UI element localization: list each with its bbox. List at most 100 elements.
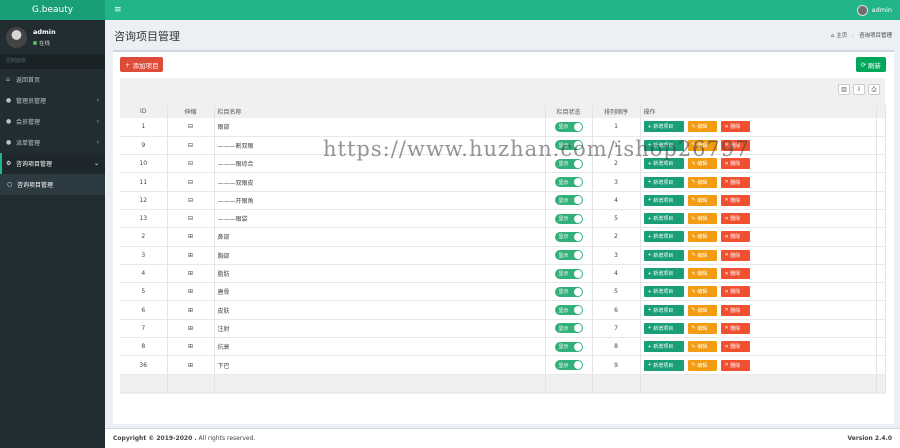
table-row: 3 ⊞ 胸部 显示 3 + 新增项目 ✎ 编辑 ✕ 删除	[120, 246, 886, 265]
submenu-item-consult-projects[interactable]: ○ 咨询项目管理	[0, 174, 105, 195]
delete-button[interactable]: ✕ 删除	[720, 121, 750, 133]
header-user-name: admin	[871, 6, 892, 14]
status-toggle[interactable]: 显示	[554, 250, 583, 261]
delete-button[interactable]: ✕ 删除	[720, 176, 750, 188]
sidebar-item-3[interactable]: ● 派单管理 ‹	[0, 132, 105, 153]
expand-toggle-icon[interactable]: ⊞	[167, 227, 215, 247]
delete-button[interactable]: ✕ 删除	[720, 194, 750, 206]
edit-button[interactable]: ✎ 编辑	[687, 194, 717, 206]
page-title: 咨询项目管理	[114, 30, 180, 43]
edit-button[interactable]: ✎ 编辑	[687, 322, 717, 334]
new-item-button[interactable]: + 新增项目	[643, 158, 684, 170]
expand-toggle-icon[interactable]: ⊟	[167, 154, 215, 174]
new-item-button[interactable]: + 新增项目	[643, 139, 684, 151]
hamburger-icon[interactable]: ≡	[114, 5, 122, 15]
expand-toggle-icon[interactable]: ⊟	[167, 191, 215, 210]
new-item-button[interactable]: + 新增项目	[643, 194, 684, 206]
expand-toggle-icon[interactable]: ⊟	[167, 136, 215, 156]
sidebar-item-4[interactable]: ⚙ 咨询项目管理 ⌄	[0, 153, 105, 174]
cell-order: 3	[592, 246, 641, 265]
new-item-button[interactable]: + 新增项目	[643, 286, 684, 298]
sidebar-item-2[interactable]: ● 会员管理 ‹	[0, 111, 105, 132]
new-item-button[interactable]: + 新增项目	[643, 176, 684, 188]
table-row: 13 ⊟ ———眼袋 显示 5 + 新增项目 ✎ 编辑 ✕ 删除	[120, 209, 886, 229]
edit-button[interactable]: ✎ 编辑	[687, 341, 717, 353]
cell-id: 1	[120, 118, 168, 137]
expand-toggle-icon[interactable]: ⊞	[167, 282, 215, 302]
sidebar-item-0[interactable]: ⌂ 返回首页	[0, 69, 105, 90]
new-item-button[interactable]: + 新增项目	[643, 268, 684, 280]
delete-button[interactable]: ✕ 删除	[720, 249, 750, 261]
new-item-button[interactable]: + 新增项目	[643, 231, 684, 243]
user-menu[interactable]: admin	[856, 4, 892, 16]
edit-button[interactable]: ✎ 编辑	[687, 304, 717, 316]
new-item-button[interactable]: + 新增项目	[643, 213, 684, 225]
expand-toggle-icon[interactable]: ⊞	[167, 300, 215, 320]
delete-button[interactable]: ✕ 删除	[720, 304, 750, 316]
edit-button[interactable]: ✎ 编辑	[687, 249, 717, 261]
columns-icon[interactable]: ▥	[838, 84, 850, 95]
status-toggle[interactable]: 显示	[554, 121, 583, 132]
delete-button[interactable]: ✕ 删除	[720, 268, 750, 280]
top-navbar: ≡ admin	[105, 0, 900, 20]
expand-toggle-icon[interactable]: ⊞	[167, 264, 215, 284]
expand-toggle-icon[interactable]: ⊞	[167, 355, 215, 375]
expand-toggle-icon[interactable]: ⊟	[167, 172, 215, 192]
status-toggle[interactable]: 显示	[554, 140, 583, 151]
status-toggle[interactable]: 显示	[554, 360, 583, 370]
expand-toggle-icon[interactable]: ⊟	[167, 209, 215, 229]
delete-button[interactable]: ✕ 删除	[720, 213, 750, 225]
edit-button[interactable]: ✎ 编辑	[687, 139, 717, 151]
expand-toggle-icon[interactable]: ⊞	[167, 337, 215, 357]
new-item-button[interactable]: + 新增项目	[643, 249, 684, 261]
status-toggle[interactable]: 显示	[554, 305, 583, 316]
col-name: 栏目名称	[214, 105, 546, 118]
delete-button[interactable]: ✕ 删除	[720, 322, 750, 334]
edit-button[interactable]: ✎ 编辑	[687, 268, 717, 280]
edit-button[interactable]: ✎ 编辑	[687, 286, 717, 298]
delete-button[interactable]: ✕ 删除	[720, 359, 750, 371]
expand-toggle-icon[interactable]: ⊞	[167, 319, 215, 339]
delete-button[interactable]: ✕ 删除	[720, 139, 750, 151]
app-logo[interactable]: G.beauty	[0, 0, 105, 20]
status-toggle[interactable]: 显示	[554, 177, 583, 188]
edit-button[interactable]: ✎ 编辑	[687, 158, 717, 170]
delete-button[interactable]: ✕ 删除	[720, 158, 750, 170]
expand-toggle-icon[interactable]: ⊞	[167, 246, 215, 265]
status-toggle[interactable]: 显示	[554, 341, 583, 352]
delete-button[interactable]: ✕ 删除	[720, 341, 750, 353]
breadcrumb-home[interactable]: 主页	[836, 33, 847, 39]
cell-id: 4	[120, 264, 168, 284]
status-toggle[interactable]: 显示	[554, 231, 583, 242]
cell-id: 8	[120, 337, 168, 357]
delete-button[interactable]: ✕ 删除	[720, 231, 750, 243]
cell-name: ———眼综合	[214, 154, 546, 174]
new-item-button[interactable]: + 新增项目	[643, 304, 684, 316]
add-project-button[interactable]: + 添加项目	[120, 57, 164, 72]
edit-button[interactable]: ✎ 编辑	[687, 359, 717, 371]
export-icon[interactable]: ⇩	[853, 84, 865, 95]
delete-button[interactable]: ✕ 删除	[720, 286, 750, 298]
status-toggle[interactable]: 显示	[554, 158, 583, 169]
status-toggle[interactable]: 显示	[554, 286, 583, 297]
edit-button[interactable]: ✎ 编辑	[687, 121, 717, 133]
cell-name: 下巴	[214, 355, 546, 375]
col-id[interactable]: ID	[120, 105, 168, 118]
status-toggle[interactable]: 显示	[554, 195, 583, 206]
print-icon[interactable]: ⎙	[868, 84, 880, 95]
avatar	[6, 27, 27, 48]
new-item-button[interactable]: + 新增项目	[643, 341, 684, 353]
status-toggle[interactable]: 显示	[554, 268, 583, 279]
expand-toggle-icon[interactable]: ⊟	[167, 118, 215, 137]
status-toggle[interactable]: 显示	[554, 213, 583, 224]
new-item-button[interactable]: + 新增项目	[643, 359, 684, 371]
new-item-button[interactable]: + 新增项目	[643, 121, 684, 133]
refresh-button[interactable]: ⟳ 刷新	[855, 57, 886, 72]
new-item-button[interactable]: + 新增项目	[643, 322, 684, 334]
sidebar-item-1[interactable]: ● 管理员管理 ‹	[0, 90, 105, 111]
edit-button[interactable]: ✎ 编辑	[687, 176, 717, 188]
cell-order: 6	[592, 300, 641, 320]
edit-button[interactable]: ✎ 编辑	[687, 213, 717, 225]
edit-button[interactable]: ✎ 编辑	[687, 231, 717, 243]
status-toggle[interactable]: 显示	[554, 323, 583, 334]
